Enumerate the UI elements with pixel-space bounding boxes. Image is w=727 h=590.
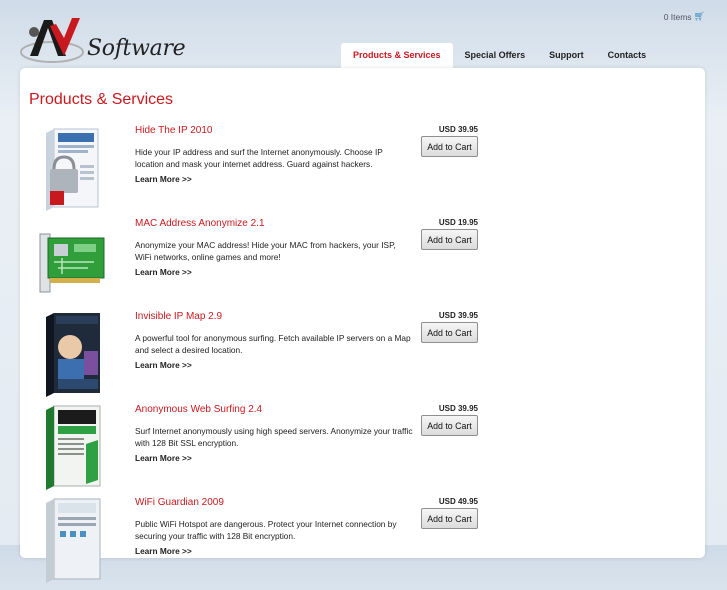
- logo-text: Software: [87, 36, 186, 61]
- learn-more-link[interactable]: Learn More >>: [135, 174, 192, 184]
- add-to-cart-button[interactable]: Add to Cart: [421, 508, 478, 529]
- learn-more-link[interactable]: Learn More >>: [135, 267, 192, 277]
- product-title[interactable]: Invisible IP Map 2.9: [135, 311, 222, 322]
- product-item: WiFi Guardian 2009 Public WiFi Hotspot a…: [20, 497, 705, 590]
- add-to-cart-button[interactable]: Add to Cart: [421, 136, 478, 157]
- product-price: USD 39.95: [438, 311, 478, 320]
- page-title: Products & Services: [29, 91, 174, 108]
- nav-support[interactable]: Support: [537, 43, 596, 68]
- product-title[interactable]: Hide The IP 2010: [135, 125, 212, 136]
- add-to-cart-button[interactable]: Add to Cart: [421, 322, 478, 343]
- invisible-ip-map-box-image: [46, 313, 100, 397]
- product-description: Public WiFi Hotspot are dangerous. Prote…: [135, 519, 397, 541]
- wifi-guardian-box-image: [46, 498, 101, 583]
- add-to-cart-button[interactable]: Add to Cart: [421, 229, 478, 250]
- learn-more-link[interactable]: Learn More >>: [135, 360, 192, 370]
- content-panel: Products & Services Hide The IP 2010 Hid…: [20, 68, 705, 583]
- product-item: Hide The IP 2010 Hide your IP address an…: [20, 125, 705, 218]
- product-price: USD 19.95: [438, 218, 478, 227]
- add-to-cart-button[interactable]: Add to Cart: [421, 415, 478, 436]
- cart-icon: 🛒︎: [693, 11, 705, 21]
- anonymous-web-surfing-box-image: [46, 405, 101, 490]
- cart-link[interactable]: 0 Items 🛒︎: [664, 11, 705, 22]
- product-description: A powerful tool for anonymous surfing. F…: [135, 333, 411, 355]
- nav-special-offers[interactable]: Special Offers: [453, 43, 538, 68]
- learn-more-link[interactable]: Learn More >>: [135, 453, 192, 463]
- hide-the-ip-box-image: [46, 128, 99, 211]
- product-price: USD 39.95: [438, 404, 478, 413]
- cart-count: 0 Items: [663, 11, 692, 22]
- product-price: USD 49.95: [438, 497, 478, 506]
- product-description: Surf Internet anonymously using high spe…: [135, 426, 413, 448]
- product-item: Invisible IP Map 2.9 A powerful tool for…: [20, 311, 705, 404]
- product-title[interactable]: WiFi Guardian 2009: [135, 497, 224, 508]
- logo-mark-icon: [20, 18, 84, 63]
- nav-products-services[interactable]: Products & Services: [341, 43, 453, 68]
- main-nav: Products & Services Special Offers Suppo…: [341, 43, 658, 68]
- mac-address-card-image: [39, 233, 105, 293]
- product-price: USD 39.95: [438, 125, 478, 134]
- product-title[interactable]: Anonymous Web Surfing 2.4: [135, 404, 262, 415]
- learn-more-link[interactable]: Learn More >>: [135, 546, 192, 556]
- logo[interactable]: Software: [20, 12, 186, 68]
- product-description: Hide your IP address and surf the Intern…: [135, 147, 383, 169]
- product-title[interactable]: MAC Address Anonymize 2.1: [135, 218, 265, 229]
- nav-contacts[interactable]: Contacts: [596, 43, 659, 68]
- product-item: MAC Address Anonymize 2.1 Anonymize your…: [20, 218, 705, 311]
- product-description: Anonymize your MAC address! Hide your MA…: [135, 240, 396, 262]
- product-item: Anonymous Web Surfing 2.4 Surf Internet …: [20, 404, 705, 497]
